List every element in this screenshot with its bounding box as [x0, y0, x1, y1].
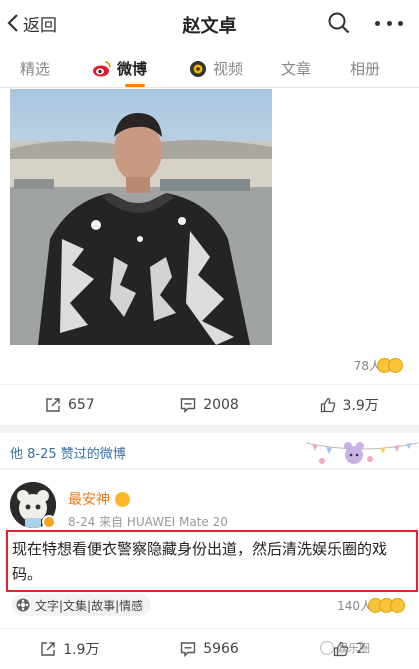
tab-label: 文章: [281, 60, 312, 78]
comment-count: 2008: [203, 396, 239, 413]
watermark: 娱乐圈: [320, 640, 370, 656]
repost-count: 657: [67, 396, 95, 413]
post-photo[interactable]: [10, 89, 272, 345]
likes-count: 140人: [337, 599, 372, 613]
supertopic-icon: [16, 598, 30, 612]
tab-label: 视频: [213, 60, 244, 78]
repost-icon: [46, 397, 60, 412]
tab-weibo[interactable]: 微博: [92, 58, 147, 79]
tab-label: 相册: [350, 60, 381, 78]
post-text[interactable]: 现在特想看便衣警察隐藏身份出道，然后清洗娱乐圈的戏码。: [12, 537, 412, 587]
watermark-text: 娱乐圈: [337, 642, 370, 655]
tab-label: 精选: [20, 60, 51, 78]
verified-badge-icon: [42, 515, 56, 529]
comment-icon: [180, 641, 196, 657]
author-name-text: 最安神: [68, 492, 110, 508]
likes-summary[interactable]: 140人: [337, 597, 405, 614]
repost-count: 1.9万: [63, 641, 100, 658]
back-label: 返回: [23, 15, 57, 36]
liked-posts-header: 他 8-25 赞过的微博: [0, 433, 419, 469]
repost-button[interactable]: 657: [0, 385, 140, 424]
more-icon[interactable]: [375, 14, 403, 32]
topic-tag[interactable]: 文字|文集|故事|情感: [12, 594, 152, 616]
tab-video[interactable]: 视频: [188, 58, 243, 79]
topic-tag-label: 文字|文集|故事|情感: [35, 598, 144, 613]
top-nav-bar: 返回 赵文卓: [0, 0, 419, 46]
profile-tabs: 精选 微博 视频 文章 相册: [0, 46, 419, 88]
likes-summary[interactable]: 78人: [354, 357, 403, 374]
wechat-logo-icon: [320, 641, 334, 655]
surprised-emoji-icon: [390, 598, 405, 613]
decoration-banner-icon: [306, 442, 418, 464]
post-meta: 8-24 来自 HUAWEI Mate 20: [68, 515, 228, 529]
weibo-post: 78人 657 2008 3.9万: [0, 88, 419, 425]
vip-badge-icon: [115, 491, 130, 507]
repost-button[interactable]: 1.9万: [0, 629, 140, 668]
chevron-left-icon: [7, 14, 18, 32]
active-tab-indicator: [125, 84, 145, 87]
thumbs-up-icon: [320, 397, 335, 412]
clap-emoji-icon: [388, 358, 403, 373]
tab-featured[interactable]: 精选: [20, 58, 50, 79]
tab-album[interactable]: 相册: [350, 58, 380, 79]
liked-posts-title: 他 8-25 赞过的微博: [10, 447, 126, 462]
search-icon[interactable]: [328, 12, 350, 34]
like-count: 3.9万: [342, 397, 379, 414]
like-button[interactable]: 3.9万: [279, 385, 419, 424]
tab-label: 微博: [117, 60, 148, 78]
weibo-icon: [93, 60, 111, 76]
back-button[interactable]: 返回: [6, 11, 57, 36]
comment-icon: [180, 397, 196, 413]
tab-articles[interactable]: 文章: [281, 58, 311, 79]
author-name[interactable]: 最安神: [68, 489, 130, 509]
post-actions: 657 2008 3.9万: [0, 384, 419, 424]
comment-count: 5966: [203, 640, 239, 657]
comment-button[interactable]: 5966: [140, 629, 280, 668]
repost-icon: [41, 641, 55, 656]
comment-button[interactable]: 2008: [140, 385, 280, 424]
video-icon: [190, 60, 206, 77]
page-title: 赵文卓: [182, 16, 237, 37]
